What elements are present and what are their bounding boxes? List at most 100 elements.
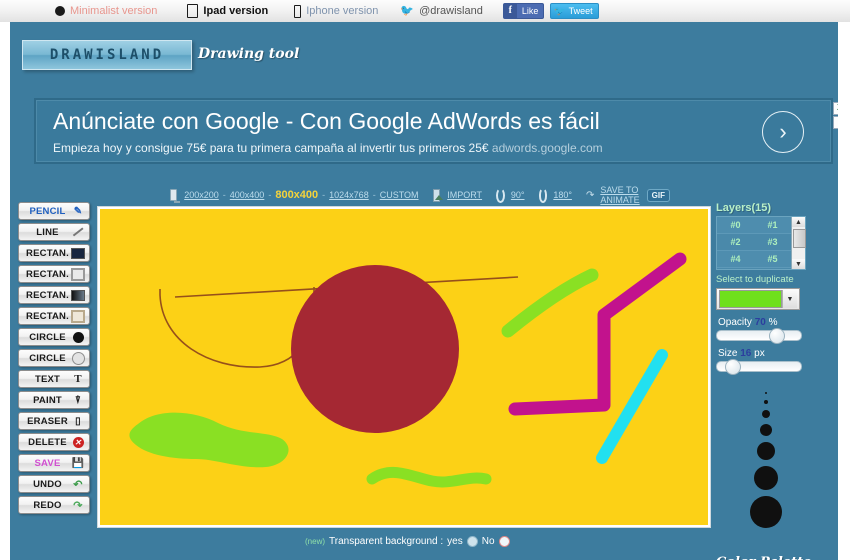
size-option-200x200[interactable]: 200x200 [184,190,219,200]
link-minimalist-version[interactable]: Minimalist version [55,5,157,17]
tool-rectangle-filled[interactable]: RECTAN. [18,244,90,262]
brush-size-8[interactable] [762,410,770,418]
layer-cell-4[interactable]: #4 [717,251,754,268]
layer-cell-5[interactable]: #5 [754,251,791,268]
layer-cell-1[interactable]: #1 [754,217,791,234]
ad-inner[interactable]: Anúnciate con Google - Con Google AdWord… [36,100,831,162]
paint-bucket-icon: ⍒ [74,394,82,406]
import-button[interactable]: IMPORT [447,190,482,200]
right-white-edge [838,22,850,560]
link-twitter-handle[interactable]: 🐦 @drawisland [400,5,482,17]
gif-badge[interactable]: GIF [646,188,670,202]
brush-size-24[interactable] [754,466,778,490]
color-picker[interactable]: ▼ [716,288,800,310]
brush-size-32[interactable] [750,496,782,528]
tool-delete[interactable]: DELETE ✕ [18,433,90,451]
brush-size-list [736,392,796,528]
layer-cell-0[interactable]: #0 [717,217,754,234]
tool-rectangle-filled-label: RECTAN. [26,247,69,259]
size-slider[interactable] [716,359,802,375]
tool-undo-label: UNDO [33,478,62,490]
undo-icon: ↶ [73,478,83,491]
tool-line[interactable]: LINE [18,223,90,241]
browser-topbar: Minimalist version Ipad version Iphone v… [0,0,850,23]
chevron-down-icon[interactable]: ▼ [782,290,797,308]
tool-palette: PENCIL ✎ LINE RECTAN. RECTAN. RECTAN. RE… [18,202,94,514]
rotate-90-button[interactable]: 90° [511,190,525,200]
tool-redo-label: REDO [33,499,62,511]
twitter-icon: 🐦 [554,5,566,16]
new-tag: (new) [305,537,326,546]
separator: - [322,190,326,200]
canvas-size-toolbar: 200x200 - 400x400 - 800x400 - 1024x768 -… [170,185,670,205]
tool-undo[interactable]: UNDO ↶ [18,475,90,493]
image-icon [432,188,443,202]
save-icon: 💾 [71,457,85,469]
opacity-slider[interactable] [716,328,802,344]
site-logo[interactable]: DRAWISLAND [22,40,192,70]
tool-circle-filled-label: CIRCLE [29,331,66,343]
ad-next-arrow-icon[interactable]: › [762,111,804,153]
size-option-custom[interactable]: CUSTOM [380,190,419,200]
tool-rectangle-gradient[interactable]: RECTAN. [18,286,90,304]
tool-paint[interactable]: PAINT ⍒ [18,391,90,409]
rectangle-soft-icon [71,309,85,323]
layers-box[interactable]: #0 #1 #2 #3 #4 #5 ▲ ▼ [716,216,806,270]
opacity-slider-knob[interactable] [769,328,785,344]
layer-cell-3[interactable]: #3 [754,234,791,251]
facebook-like-button[interactable]: f Like [502,3,545,19]
monitor-icon [170,189,181,203]
tool-rectangle-gradient-label: RECTAN. [26,289,69,301]
tool-circle-filled[interactable]: CIRCLE [18,328,90,346]
left-gutter [0,22,10,82]
scrollbar-thumb[interactable] [793,229,806,248]
tool-pencil[interactable]: PENCIL ✎ [18,202,90,220]
link-ipad-version[interactable]: Ipad version [187,4,268,18]
size-option-400x400[interactable]: 400x400 [230,190,265,200]
pencil-icon: ✎ [73,205,83,217]
ad-subtitle-text: Empieza hoy y consigue 75€ para tu prime… [53,141,489,155]
opacity-label-row: Opacity 70 % [718,317,850,328]
layers-scrollbar[interactable]: ▲ ▼ [791,217,806,269]
rotate-180-button[interactable]: 180° [553,190,572,200]
tool-eraser[interactable]: ERASER ▯ [18,412,90,430]
circle-filled-icon [71,331,85,343]
scroll-down-icon[interactable]: ▼ [792,259,805,269]
drawing-canvas[interactable] [100,209,708,525]
tool-save-label: SAVE [34,457,61,469]
save-to-animate-button[interactable]: SAVE TO ANIMATE [600,185,639,205]
circle-outline-icon [71,351,85,365]
transparent-no-radio[interactable] [498,536,510,547]
iphone-version-label: Iphone version [306,5,379,17]
scroll-up-icon[interactable]: ▲ [792,217,805,227]
advertisement[interactable]: Anúnciate con Google - Con Google AdWord… [34,98,846,164]
size-option-1024x768[interactable]: 1024x768 [329,190,369,200]
tool-circle-outline[interactable]: CIRCLE [18,349,90,367]
ipad-icon [187,4,199,18]
size-slider-knob[interactable] [725,359,741,375]
brush-size-18[interactable] [757,442,775,460]
layer-cell-2[interactable]: #2 [717,234,754,251]
right-panel: Layers(15) #0 #1 #2 #3 #4 #5 ▲ ▼ Select … [710,202,850,375]
delete-icon: ✕ [71,436,85,448]
current-color-swatch[interactable] [719,290,782,308]
tool-text-label: TEXT [34,373,61,385]
animate-icon: ↷ [585,189,595,201]
link-iphone-version[interactable]: Iphone version [294,4,379,18]
site-header: DRAWISLAND Drawing tool [10,22,850,84]
tool-rectangle-outline[interactable]: RECTAN. [18,265,90,283]
tool-text[interactable]: TEXT T [18,370,90,388]
brush-size-4[interactable] [764,400,768,404]
tool-rectangle-soft[interactable]: RECTAN. [18,307,90,325]
separator: - [372,190,376,200]
brush-size-2[interactable] [765,392,767,394]
transparent-yes-radio[interactable] [466,536,478,547]
twitter-handle-label: @drawisland [419,5,483,17]
twitter-tweet-button[interactable]: 🐦 Tweet [550,3,599,19]
size-option-800x400[interactable]: 800x400 [275,189,318,201]
tool-redo[interactable]: REDO ↷ [18,496,90,514]
brush-size-12[interactable] [760,424,772,436]
tool-eraser-label: ERASER [27,415,68,427]
tool-save[interactable]: SAVE 💾 [18,454,90,472]
app-page: DRAWISLAND Drawing tool Anúnciate con Go… [0,22,850,560]
